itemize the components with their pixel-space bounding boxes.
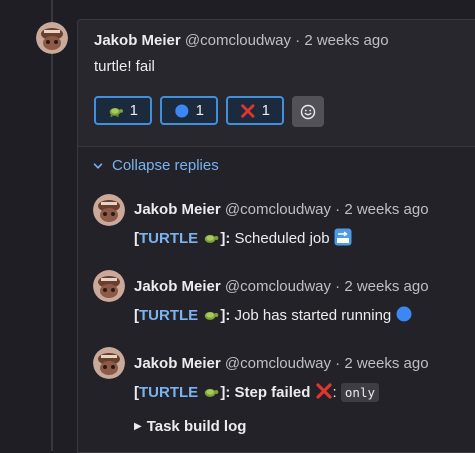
separator: ·	[295, 32, 301, 49]
reply-header: Jakob Meier @comcloudway · 2 weeks ago	[134, 355, 429, 372]
collapse-replies-label: Collapse replies	[112, 157, 219, 174]
task-build-log-toggle[interactable]: ▶ Task build log	[134, 418, 246, 435]
timestamp[interactable]: 2 weeks ago	[304, 32, 388, 49]
timestamp[interactable]: 2 weeks ago	[344, 355, 428, 372]
turtle-icon	[205, 388, 219, 397]
turtle-icon	[205, 311, 219, 320]
timeline-line	[51, 0, 53, 451]
details-summary: Task build log	[146, 418, 247, 435]
cross-mark-icon	[241, 103, 255, 118]
reply-header: Jakob Meier @comcloudway · 2 weeks ago	[134, 201, 429, 218]
reaction-count: 1	[261, 102, 270, 119]
author-name[interactable]: Jakob Meier	[134, 278, 221, 295]
note-header: Jakob Meier @comcloudway · 2 weeks ago	[94, 32, 389, 49]
blue-circle-icon	[396, 306, 412, 322]
reply-body: [TURTLE ]: Step failed : only	[134, 382, 379, 402]
inline-code: only	[340, 383, 379, 402]
chevron-down-icon	[93, 162, 103, 169]
reactions-bar: 1 1 1	[94, 96, 324, 127]
author-handle[interactable]: @comcloudway	[225, 278, 331, 295]
author-handle[interactable]: @comcloudway	[225, 201, 331, 218]
reply-body: [TURTLE ]: Job has started running	[134, 305, 413, 324]
turtle-icon	[109, 107, 123, 117]
avatar[interactable]	[36, 22, 68, 54]
disclosure-triangle-icon: ▶	[134, 421, 142, 432]
reaction-cross-mark-button[interactable]: 1	[226, 96, 284, 125]
separator: ·	[335, 355, 341, 372]
collapse-replies-toggle[interactable]: Collapse replies	[92, 157, 219, 174]
author-name[interactable]: Jakob Meier	[94, 32, 181, 49]
smiley-icon	[300, 104, 316, 119]
avatar[interactable]	[93, 347, 125, 379]
add-reaction-button[interactable]	[292, 96, 324, 127]
separator: ·	[335, 201, 341, 218]
timestamp[interactable]: 2 weeks ago	[344, 201, 428, 218]
reaction-blue-circle-button[interactable]: 1	[160, 96, 218, 125]
reaction-turtle-button[interactable]: 1	[94, 96, 152, 125]
soon-arrow-icon	[334, 228, 352, 246]
turtle-icon	[205, 234, 219, 243]
reply-text: Job has started running	[230, 307, 392, 324]
blue-circle-icon	[175, 103, 189, 118]
reply-body: [TURTLE ]: Scheduled job	[134, 228, 352, 247]
note-card: Jakob Meier @comcloudway · 2 weeks ago t…	[77, 19, 475, 453]
cross-mark-icon	[315, 383, 332, 399]
author-name[interactable]: Jakob Meier	[134, 355, 221, 372]
reaction-count: 1	[129, 102, 138, 119]
timestamp[interactable]: 2 weeks ago	[344, 278, 428, 295]
colon: :	[332, 384, 337, 401]
reply-text: Step failed	[230, 384, 311, 401]
reply-header: Jakob Meier @comcloudway · 2 weeks ago	[134, 278, 429, 295]
note-body: turtle! fail	[94, 58, 155, 75]
avatar[interactable]	[93, 270, 125, 302]
author-handle[interactable]: @comcloudway	[185, 32, 291, 49]
turtle-tag-link[interactable]: TURTLE	[139, 384, 198, 401]
avatar[interactable]	[93, 194, 125, 226]
reply-text: Scheduled job	[230, 230, 330, 247]
author-name[interactable]: Jakob Meier	[134, 201, 221, 218]
turtle-tag-link[interactable]: TURTLE	[139, 230, 198, 247]
replies-container	[78, 147, 475, 452]
author-handle[interactable]: @comcloudway	[225, 355, 331, 372]
separator: ·	[335, 278, 341, 295]
turtle-tag-link[interactable]: TURTLE	[139, 307, 198, 324]
reaction-count: 1	[195, 102, 204, 119]
